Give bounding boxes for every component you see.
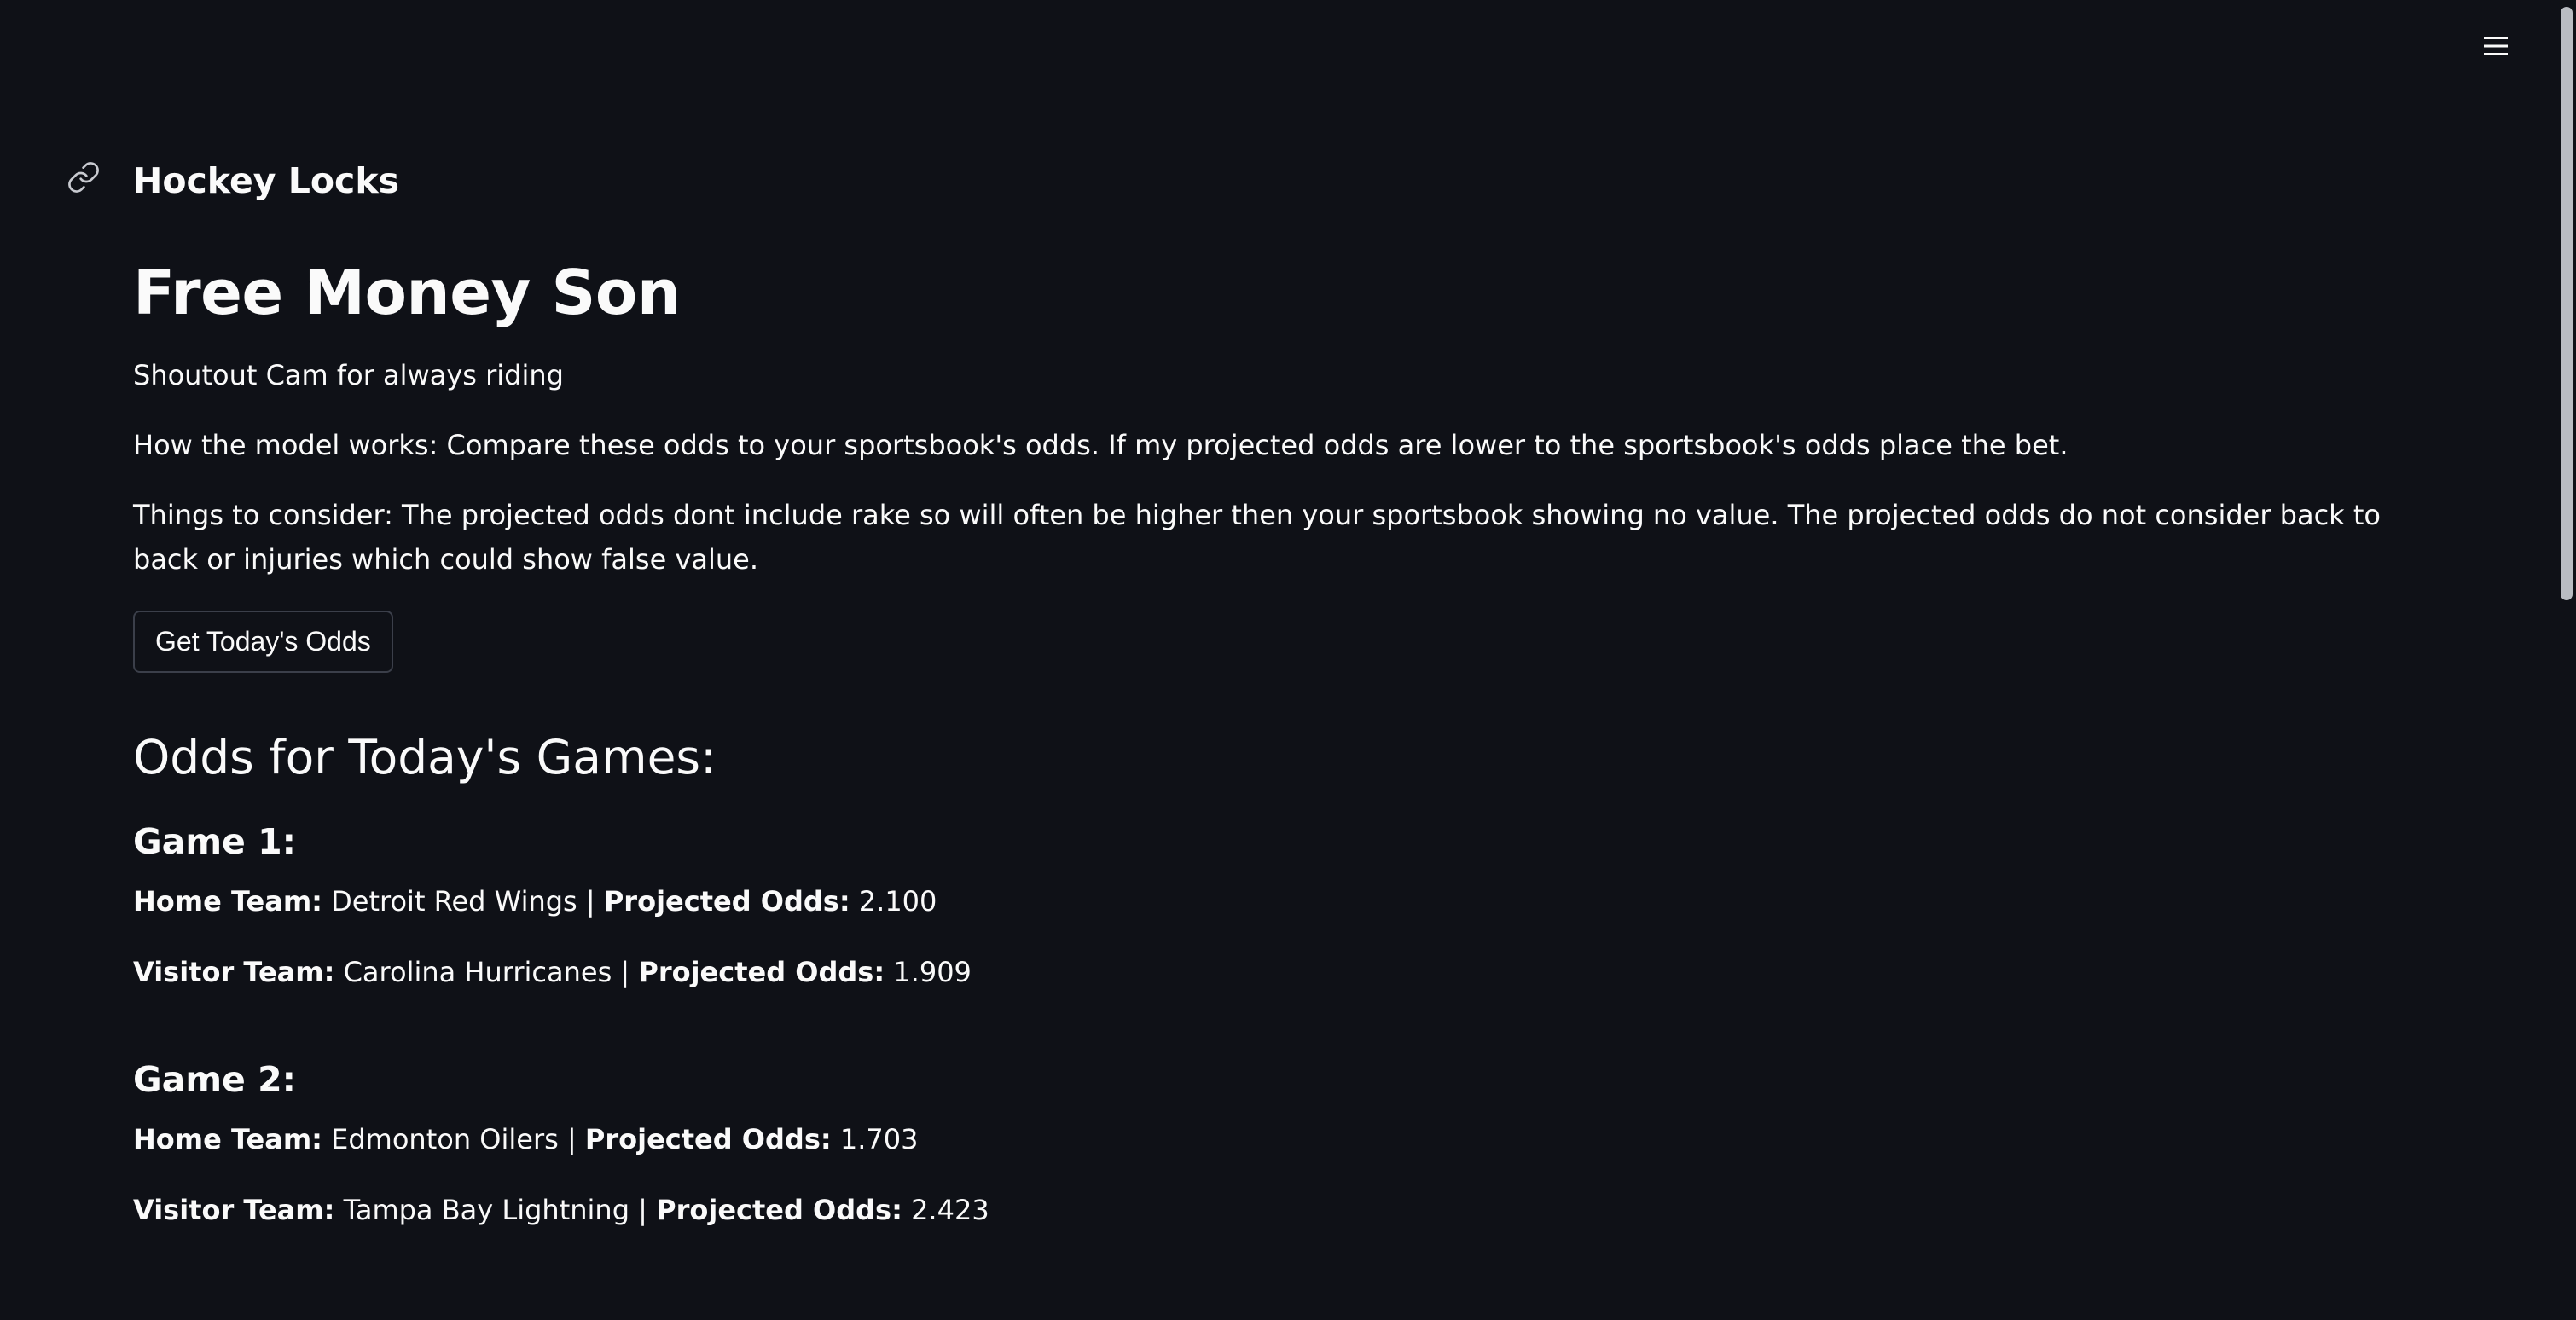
section-heading: Odds for Today's Games:	[133, 730, 717, 785]
visitor-team-line: Visitor Team: Carolina Hurricanes | Proj…	[133, 950, 2453, 994]
home-projected-odds: 2.100	[858, 885, 937, 918]
game-block-2: Game 2: Home Team: Edmonton Oilers | Pro…	[133, 1059, 2453, 1232]
home-team-name: Edmonton Oilers	[331, 1123, 559, 1156]
visitor-projected-odds: 1.909	[893, 956, 972, 989]
visitor-team-name: Tampa Bay Lightning	[343, 1194, 629, 1227]
visitor-team-name: Carolina Hurricanes	[343, 956, 612, 989]
link-icon[interactable]	[67, 160, 101, 194]
main-content: Free Money Son Shoutout Cam for always r…	[133, 256, 2453, 1297]
home-team-name: Detroit Red Wings	[331, 885, 577, 918]
hamburger-menu-icon	[2484, 37, 2508, 55]
visitor-projected-odds: 2.423	[911, 1194, 989, 1227]
scrollbar-thumb[interactable]	[2561, 7, 2573, 600]
get-todays-odds-button[interactable]: Get Today's Odds	[133, 611, 393, 674]
separator: |	[638, 1194, 647, 1227]
page-title: Free Money Son	[133, 257, 681, 328]
scrollbar-track[interactable]	[2554, 0, 2576, 1320]
separator: |	[620, 956, 630, 989]
game-heading: Game 2:	[133, 1059, 297, 1101]
how-it-works-text: How the model works: Compare these odds …	[133, 429, 2068, 462]
visitor-team-label: Visitor Team:	[133, 1194, 335, 1227]
home-team-label: Home Team:	[133, 885, 322, 918]
home-team-line: Home Team: Edmonton Oilers | Projected O…	[133, 1117, 2453, 1161]
projected-odds-label: Projected Odds:	[603, 885, 850, 918]
app-title-row: Hockey Locks	[67, 160, 399, 201]
separator: |	[585, 885, 595, 918]
projected-odds-label: Projected Odds:	[584, 1123, 832, 1156]
considerations-text: Things to consider: The projected odds d…	[133, 499, 2381, 576]
home-team-label: Home Team:	[133, 1123, 322, 1156]
projected-odds-label: Projected Odds:	[638, 956, 885, 989]
projected-odds-label: Projected Odds:	[656, 1194, 902, 1227]
app-name: Hockey Locks	[133, 160, 400, 201]
home-projected-odds: 1.703	[839, 1123, 919, 1156]
app-root: Hockey Locks Free Money Son Shoutout Cam…	[0, 0, 2576, 1320]
game-block-1: Game 1: Home Team: Detroit Red Wings | P…	[133, 821, 2453, 994]
home-team-line: Home Team: Detroit Red Wings | Projected…	[133, 879, 2453, 923]
visitor-team-line: Visitor Team: Tampa Bay Lightning | Proj…	[133, 1188, 2453, 1232]
subtitle-text: Shoutout Cam for always riding	[133, 359, 564, 392]
game-heading: Game 1:	[133, 821, 297, 863]
main-menu-button[interactable]	[2472, 26, 2520, 67]
visitor-team-label: Visitor Team:	[133, 956, 335, 989]
separator: |	[566, 1123, 577, 1156]
